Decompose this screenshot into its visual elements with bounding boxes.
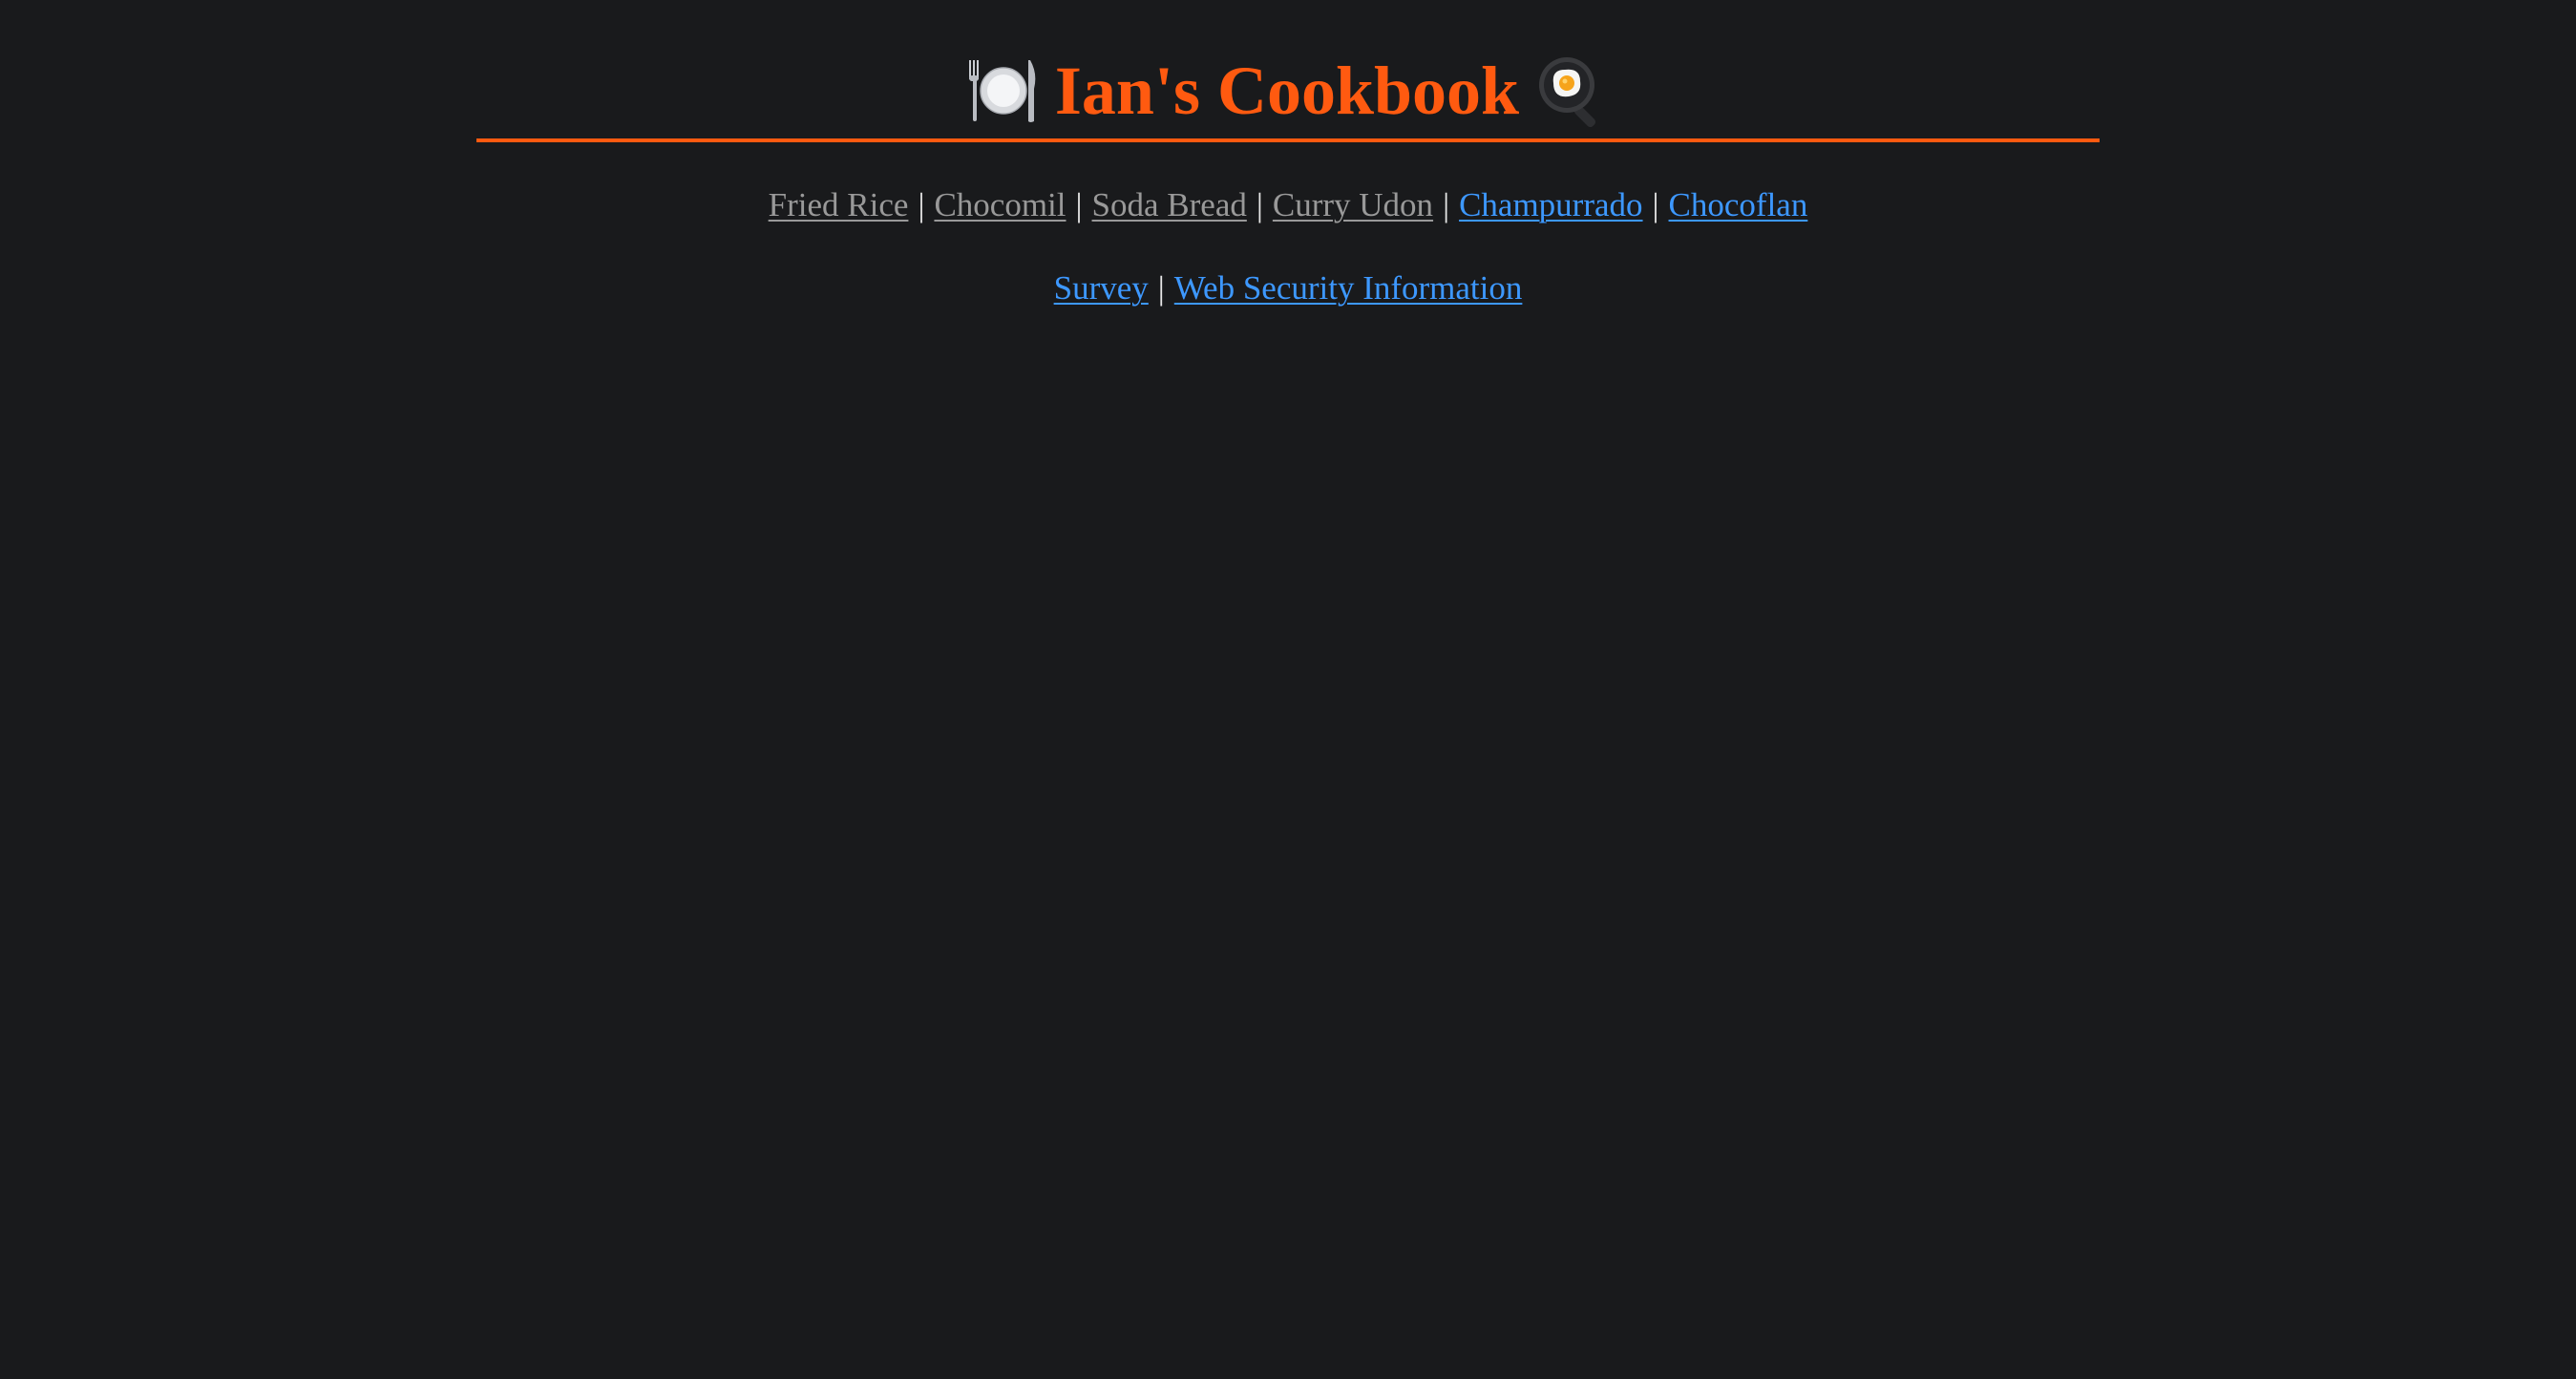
link-curry-udon[interactable]: Curry Udon [1273,186,1433,223]
nav-separator: | [1256,186,1263,223]
link-champurrado[interactable]: Champurrado [1459,186,1642,223]
page-title: Ian's Cookbook [1054,53,1520,129]
nav-separator: | [1652,186,1659,223]
nav-separator: | [1443,186,1450,223]
link-soda-bread[interactable]: Soda Bread [1092,186,1247,223]
link-chocomil[interactable]: Chocomil [934,186,1066,223]
frying-pan-egg-icon [1536,54,1609,127]
link-survey[interactable]: Survey [1054,269,1149,307]
nav-separator: | [1157,269,1165,307]
nav-separator: | [918,186,925,223]
recipe-nav: Fried Rice | Chocomil | Soda Bread | Curry Udo… [0,184,2576,226]
page: Ian's Cookbook Fried Rice | Chocomil | Sod [0,0,2576,1379]
title-divider [476,138,2100,142]
link-fried-rice[interactable]: Fried Rice [769,186,909,223]
plate-with-cutlery-icon [967,54,1040,127]
title-line: Ian's Cookbook [476,48,2100,134]
extra-nav: Survey | Web Security Information [0,267,2576,309]
link-chocoflan[interactable]: Chocoflan [1669,186,1808,223]
nav-separator: | [1075,186,1083,223]
page-header: Ian's Cookbook [476,48,2100,134]
link-web-security-information[interactable]: Web Security Information [1174,269,1523,307]
